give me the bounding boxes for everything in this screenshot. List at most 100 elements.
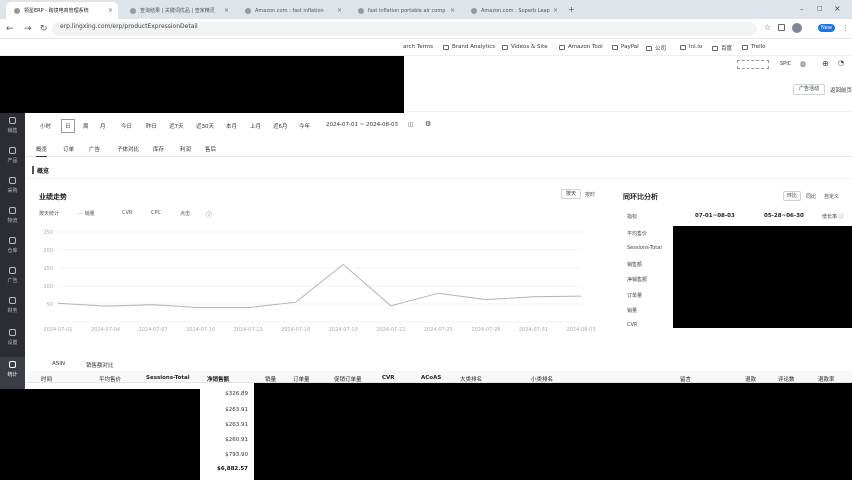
table-tab-asin[interactable]: ASIN — [52, 361, 65, 367]
bookmark[interactable]: Amazon Tool — [559, 44, 603, 50]
back-icon[interactable]: ← — [6, 24, 14, 34]
toggle-custom[interactable]: 自定义 — [824, 193, 839, 200]
th-reviews[interactable]: 评论数 — [778, 375, 795, 383]
tab-orders[interactable]: 订单 — [63, 145, 74, 153]
toggle-yoy[interactable]: 同比 — [806, 193, 816, 200]
th-time[interactable]: 时间 — [41, 375, 52, 383]
range-this-year[interactable]: 今年 — [299, 122, 310, 130]
unit-day[interactable]: 日 — [61, 119, 75, 133]
browser-tab[interactable]: Amazon.com : fast inflation × — [237, 2, 347, 19]
th-main-rank[interactable]: 大类排名 — [460, 375, 482, 383]
header-placeholder — [737, 60, 769, 69]
add-icon[interactable]: ⊕ — [822, 59, 829, 68]
bookmark[interactable]: Brand Analytics — [443, 44, 495, 50]
th-avg-price[interactable]: 平均售价 — [99, 375, 121, 383]
th-sessions[interactable]: Sessions-Total — [146, 375, 190, 381]
th-acoas[interactable]: ACoAS — [421, 375, 441, 381]
close-window-icon[interactable]: × — [834, 4, 841, 13]
table-tab-compare[interactable]: 销售额对比 — [86, 361, 114, 369]
th-orders[interactable]: 订单量 — [293, 375, 310, 383]
star-icon[interactable]: ☆ — [764, 23, 771, 32]
range-yesterday[interactable]: 昨日 — [146, 122, 157, 130]
th-refund-rate[interactable]: 退款率 — [818, 375, 835, 383]
browser-tab[interactable]: fast inflation portable air comp × — [350, 2, 460, 19]
range-6m[interactable]: 近6月 — [273, 122, 288, 130]
browser-tab[interactable]: 领星ERP - 跨境电商管理系统 × — [6, 2, 118, 19]
ad-campaign-button[interactable]: 广告活动 — [793, 84, 825, 95]
bookmark[interactable]: arch Terms — [403, 44, 433, 50]
bookmark[interactable]: Ini.io — [680, 44, 702, 50]
close-icon[interactable]: × — [553, 7, 558, 14]
close-icon[interactable]: × — [337, 7, 342, 14]
browser-tab[interactable]: 查询结果 | 关键词优品 | 查家精灵 × — [122, 2, 234, 19]
maximize-icon[interactable]: □ — [817, 5, 823, 12]
tab-ads[interactable]: 广告 — [89, 145, 100, 153]
toggle-by-hour[interactable]: 按时 — [585, 191, 595, 198]
bell-icon[interactable]: ◔ — [838, 59, 844, 67]
toggle-by-day[interactable]: 按天 — [561, 189, 581, 199]
y-tick-label: 50 — [47, 302, 53, 308]
unit-month[interactable]: 月 — [100, 122, 106, 130]
bookmark[interactable]: Trello — [742, 44, 766, 50]
compare-row-label: 净销售额 — [627, 277, 648, 283]
reload-icon[interactable]: ↻ — [40, 24, 48, 34]
legend-stat[interactable]: 按天统计 — [39, 210, 59, 217]
sidebar-item-sales[interactable]: 销售 — [0, 113, 25, 141]
th-units[interactable]: 销量 — [265, 375, 276, 383]
sidebar-item-ads[interactable]: 广告 — [0, 263, 25, 291]
extension-icon[interactable] — [778, 24, 785, 31]
range-7d[interactable]: 近7天 — [169, 122, 184, 130]
sidebar-item-warehouse[interactable]: 仓库 — [0, 233, 25, 261]
sidebar-item-stats[interactable]: 统计 — [0, 357, 25, 389]
unit-hour[interactable]: 小时 — [40, 122, 51, 130]
browser-tab[interactable]: Amazon.com : Superb Leap × — [463, 2, 563, 19]
calendar-icon[interactable]: ◫ — [408, 122, 413, 128]
minimize-icon[interactable]: – — [800, 5, 804, 13]
tab-after-sales[interactable]: 售后 — [205, 145, 216, 153]
range-30d[interactable]: 近30天 — [196, 122, 214, 130]
bookmark[interactable]: PayPal — [612, 44, 639, 50]
sidebar-item-logistics[interactable]: 物流 — [0, 203, 25, 231]
subtab-bar — [26, 138, 852, 157]
avatar[interactable] — [792, 23, 802, 33]
date-range-picker[interactable]: 2024-07-01 ~ 2024-08-03 — [326, 122, 398, 128]
info-icon[interactable]: ⓘ — [206, 210, 212, 219]
unit-week[interactable]: 周 — [83, 122, 89, 130]
sidebar-item-product[interactable]: 产品 — [0, 143, 25, 171]
profile-badge[interactable]: New — [818, 24, 835, 32]
legend-cpc[interactable]: CPC — [151, 210, 161, 216]
range-today[interactable]: 今日 — [121, 122, 132, 130]
forward-icon[interactable]: → — [24, 24, 32, 34]
sidebar-item-purchase[interactable]: 采购 — [0, 173, 25, 201]
tab-child-compare[interactable]: 子体对比 — [117, 145, 139, 153]
new-tab-icon[interactable]: + — [568, 5, 575, 14]
menu-icon[interactable]: ⋮ — [842, 24, 849, 32]
tab-inventory[interactable]: 库存 — [153, 145, 164, 153]
tab-profit[interactable]: 利润 — [180, 145, 191, 153]
bookmark[interactable]: Videos & Site — [502, 44, 548, 50]
legend-sales[interactable]: — 销量 — [78, 210, 95, 217]
sidebar-item-settings[interactable]: 设置 — [0, 325, 25, 353]
back-page-link[interactable]: 返回前页 — [830, 86, 852, 94]
th-net-sales[interactable]: 净销售额 — [207, 375, 229, 383]
th-sub-rank[interactable]: 小类排名 — [531, 375, 553, 383]
th-promo-orders[interactable]: 促销订单量 — [334, 375, 362, 383]
close-icon[interactable]: × — [108, 7, 113, 14]
toggle-mom[interactable]: 环比 — [783, 191, 801, 201]
th-refunds[interactable]: 退款 — [745, 375, 756, 383]
bookmark[interactable]: 百度 — [712, 44, 732, 52]
th-cvr[interactable]: CVR — [382, 375, 395, 381]
th-messages[interactable]: 留言 — [680, 375, 691, 383]
close-icon[interactable]: × — [450, 7, 455, 14]
tab-overview[interactable]: 概览 — [36, 145, 48, 157]
range-this-month[interactable]: 本月 — [226, 122, 237, 130]
close-icon[interactable]: × — [224, 7, 229, 14]
legend-cvr[interactable]: CVR — [122, 210, 132, 216]
settings-icon[interactable]: ⚙ — [425, 120, 431, 128]
range-last-month[interactable]: 上月 — [250, 122, 261, 130]
legend-clicks[interactable]: 点击 — [180, 210, 190, 217]
sidebar-item-finance[interactable]: 财务 — [0, 293, 25, 321]
net-sales-total: $6,882.57 — [217, 466, 248, 472]
globe-icon[interactable]: ◍ — [800, 60, 806, 68]
bookmark[interactable]: 公司 — [646, 44, 666, 52]
